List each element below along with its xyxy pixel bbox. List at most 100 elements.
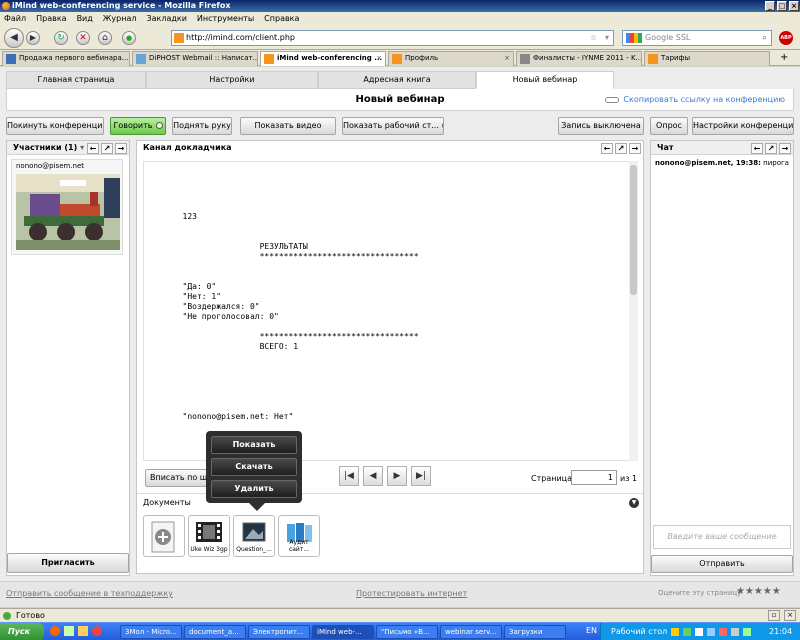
quicklaunch-opera-icon[interactable] <box>92 626 102 636</box>
search-input[interactable]: Google SSL ⌕ <box>622 30 772 46</box>
tray-icon[interactable] <box>683 628 691 636</box>
page-number-input[interactable]: 1 <box>571 470 617 485</box>
adblock-icon[interactable]: ABP <box>779 31 793 45</box>
browser-tab[interactable]: Профиль × <box>388 51 514 66</box>
taskbar-item[interactable]: document_a... <box>184 625 246 639</box>
next-page-icon[interactable]: ▶ <box>387 466 407 486</box>
new-tab-icon[interactable]: + <box>780 52 788 63</box>
language-indicator[interactable]: EN <box>586 626 597 635</box>
chat-input[interactable]: Введите ваше сообщение <box>653 525 791 549</box>
menu-help[interactable]: Справка <box>260 14 305 23</box>
download-menu-item[interactable]: Скачать <box>211 458 297 476</box>
maximize-button[interactable]: □ <box>777 1 787 11</box>
delete-menu-item[interactable]: Удалить <box>211 480 297 498</box>
url-dropdown-icon[interactable]: ▾ <box>605 31 609 45</box>
network-icon[interactable] <box>743 628 751 636</box>
send-button[interactable]: Отправить <box>651 555 793 573</box>
taskbar-item-active[interactable]: iMind web-... <box>312 625 374 639</box>
recording-button[interactable]: Запись выключена <box>558 117 644 135</box>
taskbar-item[interactable]: Электропит... <box>248 625 310 639</box>
tab-settings[interactable]: Настройки <box>146 71 318 89</box>
quicklaunch-icon[interactable] <box>64 626 74 636</box>
tray-icon[interactable] <box>719 628 727 636</box>
collapse-documents-icon[interactable]: ▼ <box>629 498 639 508</box>
fit-width-select[interactable]: Вписать по ширине <box>145 469 209 487</box>
addon-bar-icon[interactable]: ▫ <box>768 610 780 621</box>
tab-new-webinar[interactable]: Новый вебинар <box>476 71 614 89</box>
arrow-left-icon[interactable]: ← <box>601 143 613 154</box>
desktop-toolbar-label[interactable]: Рабочий стол <box>611 623 667 640</box>
tab-home[interactable]: Главная страница <box>6 71 146 89</box>
taskbar-item[interactable]: Загрузки <box>504 625 566 639</box>
menu-edit[interactable]: Правка <box>32 14 72 23</box>
add-document-button[interactable] <box>143 515 185 557</box>
menu-bookmarks[interactable]: Закладки <box>142 14 192 23</box>
quicklaunch-firefox-icon[interactable] <box>50 626 60 636</box>
document-thumb[interactable]: Uke Wiz 3gp <box>188 515 230 557</box>
home-icon[interactable]: ⌂ <box>98 31 112 45</box>
taskbar-item[interactable]: "Письмо «В... <box>376 625 438 639</box>
document-thumb-selected[interactable]: Question_... <box>233 515 275 557</box>
bookmark-star-icon[interactable]: ☆ <box>590 31 597 45</box>
close-tab-icon[interactable]: × <box>376 52 382 65</box>
participant-card[interactable]: nonono@pisem.net <box>11 159 123 255</box>
arrow-left-icon[interactable]: ← <box>87 143 99 154</box>
test-internet-link[interactable]: Протестировать интернет <box>356 589 467 598</box>
arrow-right-icon[interactable]: → <box>115 143 127 154</box>
menu-history[interactable]: Журнал <box>99 14 143 23</box>
menu-file[interactable]: Файл <box>0 14 32 23</box>
arrow-right-icon[interactable]: → <box>779 143 791 154</box>
addon-icon[interactable]: ● <box>122 31 136 45</box>
reload-icon[interactable]: ↻ <box>54 31 68 45</box>
tray-icon[interactable] <box>695 628 703 636</box>
arrow-left-icon[interactable]: ← <box>751 143 763 154</box>
tab-address-book[interactable]: Адресная книга <box>318 71 476 89</box>
taskbar-item[interactable]: 3Mол - Micro... <box>120 625 182 639</box>
close-addon-bar-icon[interactable]: × <box>784 610 796 621</box>
browser-tab[interactable]: DiPHOST Webmail :: Написат... <box>132 51 258 66</box>
url-bar[interactable]: http://imind.com/client.php ☆ ▾ <box>171 30 614 46</box>
browser-tab[interactable]: Финалисты - IYNME 2011 - K... <box>516 51 642 66</box>
volume-icon[interactable] <box>731 628 739 636</box>
invite-button[interactable]: Пригласить <box>7 553 129 573</box>
arrow-right-icon[interactable]: → <box>629 143 641 154</box>
stop-icon[interactable]: ✕ <box>76 31 90 45</box>
browser-tab-active[interactable]: iMind web-conferencing ... × <box>260 51 386 66</box>
talk-button[interactable]: Говорить <box>110 117 166 135</box>
menu-view[interactable]: Вид <box>73 14 99 23</box>
last-page-icon[interactable]: ▶| <box>411 466 431 486</box>
forward-icon[interactable]: ▶ <box>26 31 40 45</box>
first-page-icon[interactable]: |◀ <box>339 466 359 486</box>
document-scrollbar[interactable] <box>629 161 638 461</box>
browser-tab[interactable]: Тарифы <box>644 51 770 66</box>
browser-tab[interactable]: Продажа первого вебинара... <box>2 51 130 66</box>
tray-icon[interactable] <box>707 628 715 636</box>
show-menu-item[interactable]: Показать <box>211 436 297 454</box>
participants-dropdown-icon[interactable]: ▾ <box>77 143 84 152</box>
raise-hand-button[interactable]: Поднять руку <box>172 117 232 135</box>
taskbar-item[interactable]: webinar serv... <box>440 625 502 639</box>
prev-page-icon[interactable]: ◀ <box>363 466 383 486</box>
leave-conference-button[interactable]: Покинуть конференцию <box>6 117 104 135</box>
conference-settings-button[interactable]: Настройки конференции <box>692 117 794 135</box>
document-thumb[interactable]: Аудит сайт... <box>278 515 320 557</box>
quicklaunch-folder-icon[interactable] <box>78 626 88 636</box>
tray-icon[interactable] <box>671 628 679 636</box>
back-icon[interactable]: ◀ <box>4 28 24 48</box>
search-magnifier-icon[interactable]: ⌕ <box>763 31 767 45</box>
popout-icon[interactable]: ↗ <box>101 143 113 154</box>
scrollbar-thumb[interactable] <box>630 165 637 295</box>
show-desktop-button[interactable]: Показать рабочий ст... <box>342 117 444 135</box>
popout-icon[interactable]: ↗ <box>765 143 777 154</box>
copy-link-button[interactable]: Скопировать ссылку на конференцию <box>605 89 785 111</box>
support-link[interactable]: Отправить сообщение в техподдержку <box>6 589 173 598</box>
close-tab-icon[interactable]: × <box>504 52 510 65</box>
start-button[interactable]: Пуск <box>0 623 44 640</box>
menu-tools[interactable]: Инструменты <box>193 14 260 23</box>
popout-icon[interactable]: ↗ <box>615 143 627 154</box>
close-window-button[interactable]: × <box>789 1 799 11</box>
poll-button[interactable]: Опрос <box>650 117 688 135</box>
rating-stars[interactable]: ★★★★★ <box>736 586 781 597</box>
minimize-button[interactable]: _ <box>765 1 775 11</box>
show-video-button[interactable]: Показать видео <box>240 117 336 135</box>
